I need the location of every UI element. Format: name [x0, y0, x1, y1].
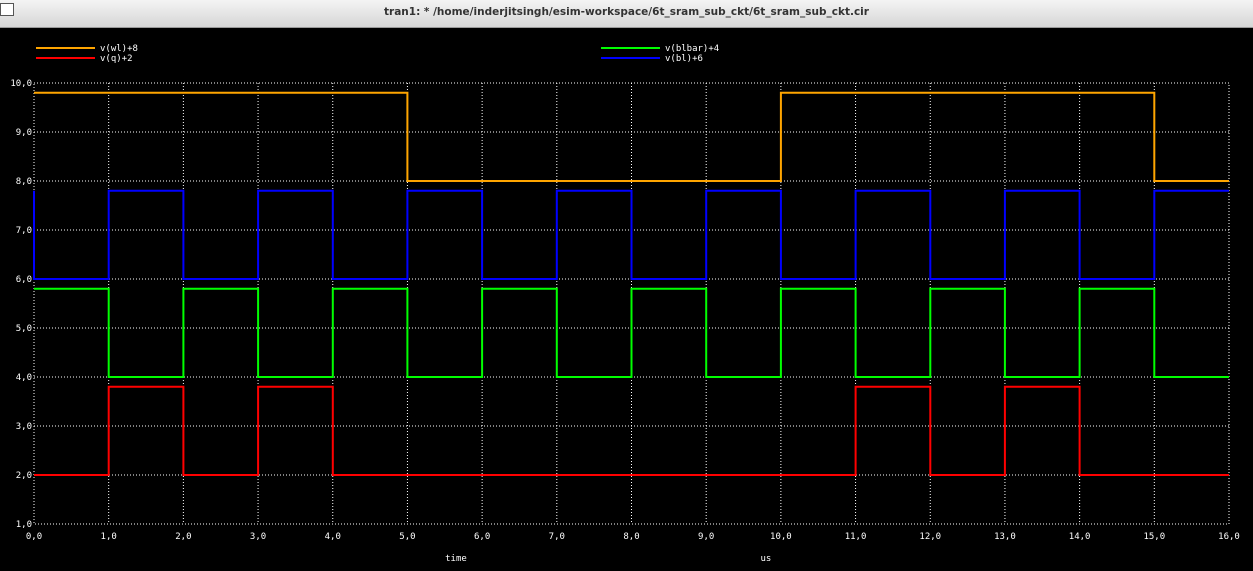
x-tick-label: 12,0	[919, 532, 941, 542]
x-tick-label: 11,0	[845, 532, 867, 542]
series-line-3	[33, 189, 1229, 280]
x-tick-label: 7,0	[549, 532, 565, 542]
window-title: tran1: * /home/inderjitsingh/esim-worksp…	[384, 6, 869, 18]
x-tick-label: 2,0	[175, 532, 191, 542]
y-tick-label: 6,0	[16, 275, 32, 285]
legend-label-1: v(q)+2	[100, 54, 133, 64]
x-tick-label: 8,0	[623, 532, 639, 542]
x-tick-label: 10,0	[770, 532, 792, 542]
x-tick-label: 15,0	[1143, 532, 1165, 542]
x-tick-label: 0,0	[26, 532, 42, 542]
x-tick-label: 6,0	[474, 532, 490, 542]
x-tick-label: 13,0	[994, 532, 1016, 542]
x-tick-label: 14,0	[1069, 532, 1091, 542]
plot-area: 0,0 1,0 2,0 3,0 4,0 5,0 6,0 7,0 8,0 9,0 10,0 11,0 12…	[0, 28, 1253, 571]
x-axis-unit: us	[761, 554, 772, 564]
series-line-2	[34, 287, 1229, 378]
x-tick-label: 16,0	[1218, 532, 1240, 542]
y-tick-label: 7,0	[16, 226, 32, 236]
y-tick-label: 10,0	[10, 79, 32, 89]
y-tick-label: 3,0	[16, 422, 32, 432]
x-tick-label: 9,0	[698, 532, 714, 542]
legend-label-3: v(bl)+6	[665, 54, 703, 64]
y-tick-label: 4,0	[16, 373, 32, 383]
legend-label-0: v(wl)+8	[100, 44, 138, 54]
y-tick-label: 5,0	[16, 324, 32, 334]
x-tick-label: 5,0	[399, 532, 415, 542]
legend-label-2: v(blbar)+4	[665, 44, 719, 54]
waveform-plot: 0,0 1,0 2,0 3,0 4,0 5,0 6,0 7,0 8,0 9,0 10,0 11,0 12…	[10, 44, 1240, 564]
window-title-bar[interactable]: tran1: * /home/inderjitsingh/esim-worksp…	[0, 0, 1253, 28]
y-tick-label: 1,0	[16, 520, 32, 530]
y-tick-label: 8,0	[16, 177, 32, 187]
x-tick-label: 4,0	[325, 532, 341, 542]
x-tick-label: 1,0	[101, 532, 117, 542]
x-tick-label: 3,0	[250, 532, 266, 542]
y-tick-label: 2,0	[16, 471, 32, 481]
y-tick-label: 9,0	[16, 128, 32, 138]
x-axis-label: time	[445, 554, 467, 564]
